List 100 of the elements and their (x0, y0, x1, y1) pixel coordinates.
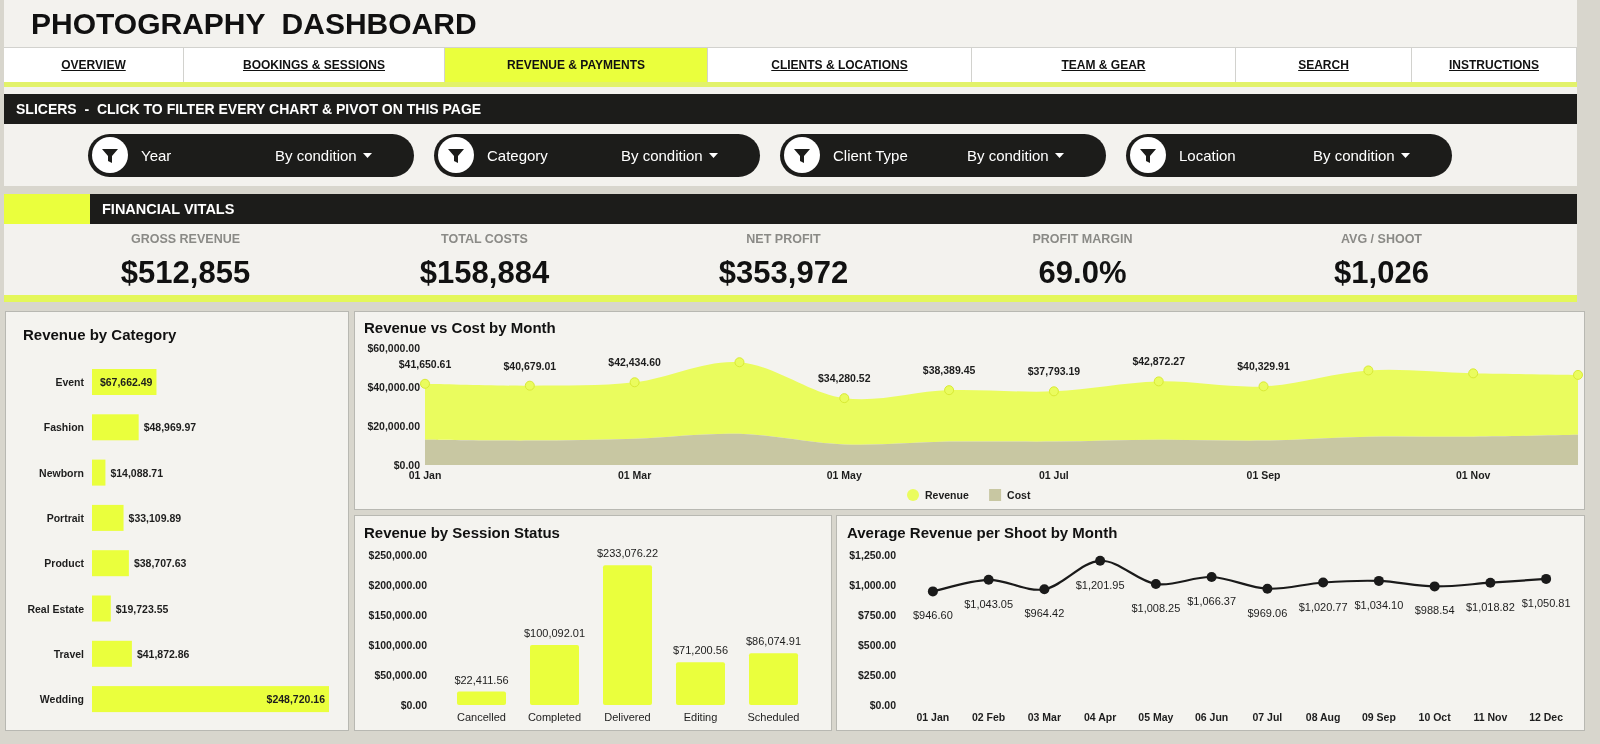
axis-label: $0.00 (393, 459, 420, 471)
data-label: $41,650.61 (398, 357, 452, 370)
axis-label: 01 May (826, 469, 862, 481)
chart-title: Revenue by Session Status (364, 524, 560, 542)
category-label: Delivered (604, 711, 651, 723)
condition-dropdown[interactable]: By condition (621, 146, 718, 164)
slicer-label: Year (141, 146, 173, 164)
axis-label: 01 Nov (1455, 469, 1491, 481)
data-point (1048, 386, 1059, 397)
slicer-pill[interactable]: Category By condition (434, 133, 760, 177)
data-label: $40,679.01 (503, 359, 557, 372)
kpi-value: 69.0% (1038, 255, 1127, 291)
category-label: Real Estate (27, 602, 84, 615)
data-label: $1,043.05 (964, 597, 1014, 610)
nav-tab[interactable]: TEAM & GEAR (972, 47, 1236, 82)
data-label: $67,662.49 (99, 376, 153, 388)
filter-icon (1130, 137, 1166, 173)
category-label: Event (55, 376, 84, 388)
axis-label: 04 Apr (1084, 711, 1117, 723)
data-label: $946.60 (913, 609, 953, 622)
category-label: Scheduled (747, 711, 800, 723)
axis-label: 01 Jan (408, 469, 442, 481)
condition-dropdown[interactable]: By condition (967, 146, 1064, 164)
data-label: $48,969.97 (143, 421, 197, 434)
category-label: Travel (53, 647, 84, 660)
data-label: $34,280.52 (818, 372, 871, 385)
bar (749, 653, 798, 705)
bar (92, 414, 139, 441)
data-point (1258, 381, 1269, 392)
slicer-pill[interactable]: Year By condition (88, 133, 414, 177)
nav-tab[interactable]: REVENUE & PAYMENTS (445, 47, 708, 82)
axis-label: $750.00 (858, 609, 896, 621)
axis-label: $0.00 (400, 699, 427, 711)
data-label: $38,389.45 (922, 364, 976, 377)
data-label: $22,411.56 (454, 673, 509, 686)
data-point (734, 357, 745, 368)
data-label: $40,329.91 (1237, 360, 1290, 373)
slicer-pill[interactable]: Location By condition (1126, 133, 1452, 177)
axis-label: 01 Sep (1246, 469, 1281, 481)
nav-tab[interactable]: OVERVIEW (4, 47, 184, 82)
data-label: $100,092.01 (523, 626, 586, 639)
data-label: $42,872.27 (1132, 355, 1185, 368)
data-label: $1,008.25 (1131, 602, 1181, 614)
filter-icon (438, 137, 474, 173)
data-point (983, 574, 994, 585)
axis-label: 06 Jun (1195, 711, 1229, 723)
dashboard-title: PHOTOGRAPHY DASHBOARD (31, 5, 477, 42)
category-label: Newborn (39, 466, 84, 479)
data-label: $33,109.89 (128, 511, 182, 524)
category-label: Completed (527, 711, 582, 723)
condition-dropdown[interactable]: By condition (275, 146, 372, 164)
data-label: $1,050.81 (1521, 596, 1571, 609)
data-point (1206, 572, 1217, 583)
data-point (1318, 577, 1329, 588)
bar (92, 595, 111, 622)
nav-tab[interactable]: BOOKINGS & SESSIONS (184, 47, 445, 82)
data-label: $233,076.22 (596, 547, 659, 560)
data-point (1485, 577, 1496, 588)
nav-tab[interactable]: CLIENTS & LOCATIONS (708, 47, 972, 82)
data-point (1429, 581, 1440, 592)
category-label: Fashion (43, 421, 84, 434)
axis-label: 02 Feb (972, 711, 1006, 723)
data-label: $1,034.10 (1354, 598, 1404, 611)
nav-tab[interactable]: INSTRUCTIONS (1412, 47, 1577, 82)
bar (457, 691, 506, 705)
slicer-pill[interactable]: Client Type By condition (780, 133, 1106, 177)
bar (92, 550, 129, 577)
nav-tab[interactable]: SEARCH (1236, 47, 1412, 82)
bar (676, 662, 725, 705)
data-point (1039, 584, 1050, 595)
axis-label: 01 Jan (916, 711, 950, 723)
data-point (1363, 365, 1374, 376)
data-point (1541, 573, 1552, 584)
legend-label: Revenue (925, 489, 969, 501)
data-point (420, 378, 430, 389)
axis-label: $250.00 (858, 669, 896, 681)
axis-label: 08 Aug (1305, 711, 1341, 723)
kpi-value: $353,972 (718, 255, 849, 291)
chart-title: Revenue by Category (23, 326, 177, 344)
data-label: $988.54 (1414, 604, 1455, 617)
data-label: $19,723.55 (115, 602, 169, 615)
axis-label: $50,000.00 (374, 669, 427, 681)
data-point (629, 377, 640, 388)
section-header: SLICERS - CLICK TO FILTER EVERY CHART & PIVOT ON THIS PAGE (4, 94, 1577, 124)
condition-dropdown[interactable]: By condition (1313, 146, 1410, 164)
slicer-label: Location (1179, 146, 1237, 164)
data-point (1468, 368, 1479, 379)
axis-label: $200,000.00 (368, 579, 427, 591)
data-label: $37,793.19 (1027, 365, 1081, 378)
legend-label: Cost (1007, 489, 1031, 501)
axis-label: 12 Dec (1529, 711, 1564, 723)
data-point (927, 586, 938, 597)
data-label: $1,201.95 (1075, 578, 1125, 591)
axis-label: 03 Mar (1027, 711, 1061, 723)
category-label: Editing (683, 711, 718, 723)
bar (92, 640, 132, 667)
caret-icon (1400, 152, 1410, 158)
data-point (1573, 369, 1583, 380)
axis-label: 07 Jul (1252, 711, 1283, 723)
data-point (1150, 579, 1161, 589)
